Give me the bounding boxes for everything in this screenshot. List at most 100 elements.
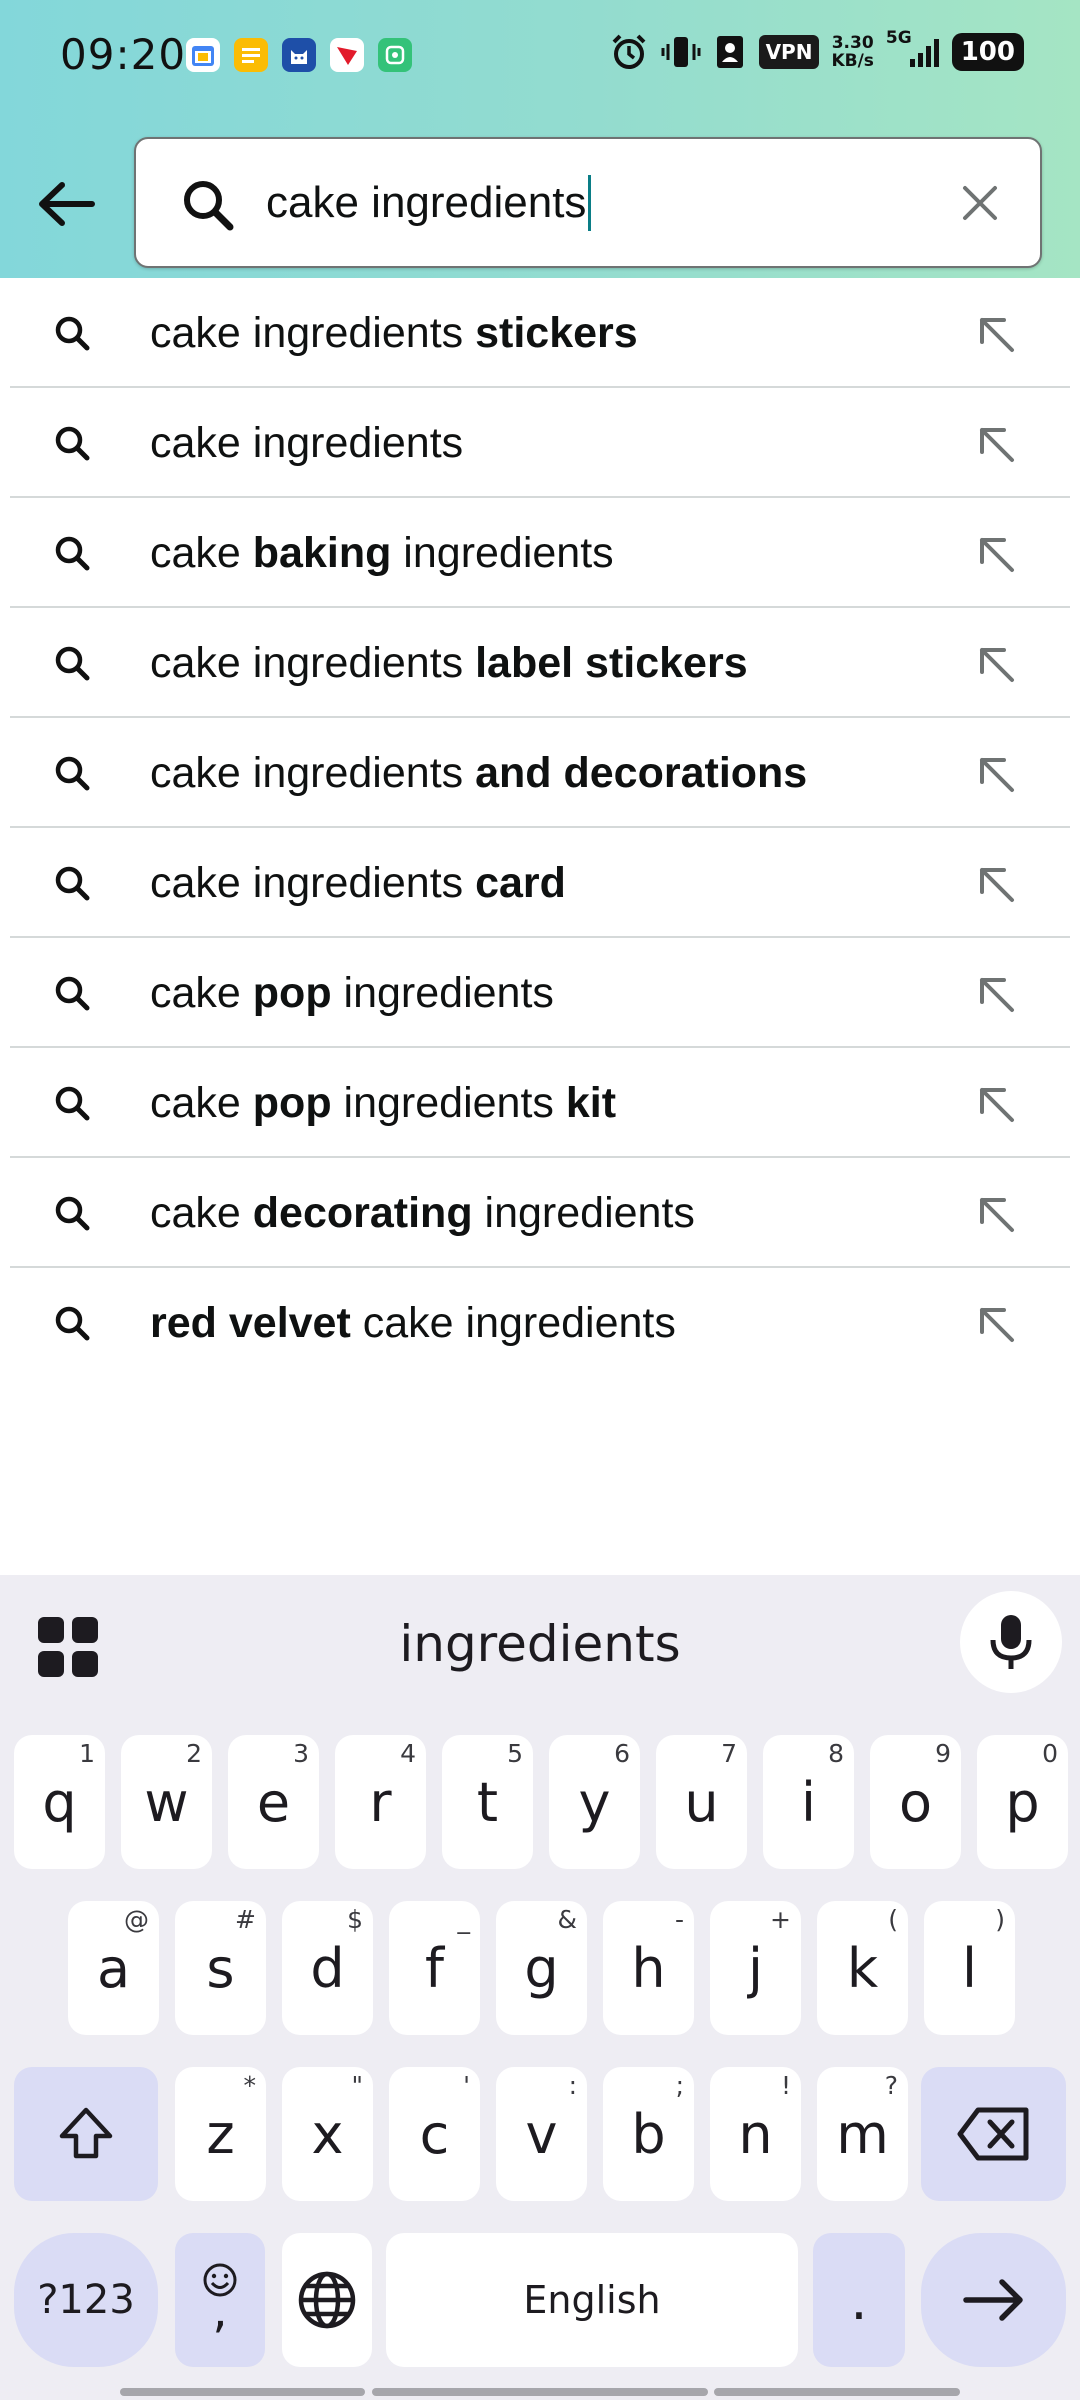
arrow-up-left-icon[interactable]	[970, 418, 1022, 470]
suggestion-text-bold: kit	[565, 1078, 617, 1127]
suggestion-text-part: cake	[150, 1188, 253, 1237]
suggestion-item[interactable]: cake pop ingredients kit	[0, 1048, 1080, 1158]
key-hint: 5	[507, 1739, 523, 1768]
contact-icon	[716, 36, 743, 68]
arrow-up-left-icon[interactable]	[970, 1188, 1022, 1240]
suggestion-item[interactable]: cake ingredients	[0, 388, 1080, 498]
language-key[interactable]	[282, 2233, 372, 2367]
key-label: w	[144, 1770, 189, 1834]
emoji-comma-key[interactable]: ,	[175, 2233, 265, 2367]
signal-icon	[909, 39, 939, 67]
key-s[interactable]: s #	[175, 1901, 266, 2035]
arrow-up-left-icon[interactable]	[970, 638, 1022, 690]
key-label: k	[846, 1936, 879, 2000]
key-k[interactable]: k(	[817, 1901, 908, 2035]
suggestion-item[interactable]: cake ingredients and decorations	[0, 718, 1080, 828]
key-hint: 4	[400, 1739, 416, 1768]
key-t[interactable]: t5	[442, 1735, 533, 1869]
key-hint: #	[235, 1905, 256, 1934]
suggestion-item[interactable]: cake decorating ingredients	[0, 1158, 1080, 1268]
key-w[interactable]: w2	[121, 1735, 212, 1869]
suggestion-text-part: cake ingredients	[350, 1298, 676, 1347]
status-bar: 09:20 VPN 3.30 KB/s 5G 100	[0, 0, 1080, 112]
arrow-up-left-icon[interactable]	[970, 1298, 1022, 1350]
key-v[interactable]: v:	[496, 2067, 587, 2201]
suggestion-text-part: cake ingredients	[150, 418, 464, 467]
suggestion-item[interactable]: cake ingredients label stickers	[0, 608, 1080, 718]
search-input[interactable]: cake ingredients	[134, 137, 1042, 268]
key-hint: 9	[935, 1739, 951, 1768]
keyboard-word-suggestion[interactable]: ingredients	[0, 1615, 1080, 1673]
symbols-key[interactable]: ?123	[14, 2233, 158, 2367]
globe-icon	[297, 2270, 357, 2330]
voice-input-button[interactable]	[960, 1591, 1062, 1693]
suggestion-item[interactable]: cake ingredients stickers	[0, 278, 1080, 388]
suggestion-text-part: ingredients	[331, 1078, 566, 1127]
space-key[interactable]: English	[386, 2233, 798, 2367]
clear-search-button[interactable]	[950, 173, 1010, 233]
suggestion-item[interactable]: cake baking ingredients	[0, 498, 1080, 608]
suggestion-text: cake pop ingredients	[150, 969, 554, 1018]
key-q[interactable]: q1	[14, 1735, 105, 1869]
key-hint: '	[463, 2071, 470, 2100]
suggestion-text-bold: label stickers	[475, 638, 748, 687]
key-h[interactable]: h-	[603, 1901, 694, 2035]
back-button[interactable]	[30, 168, 102, 240]
suggestion-text-part: cake ingredients	[150, 858, 476, 907]
suggestion-item[interactable]: cake pop ingredients	[0, 938, 1080, 1048]
suggestion-text-bold: card	[475, 858, 566, 907]
key-g[interactable]: g &	[496, 1901, 587, 2035]
key-a[interactable]: a @	[68, 1901, 159, 2035]
key-l[interactable]: l)	[924, 1901, 1015, 2035]
key-o[interactable]: o9	[870, 1735, 961, 1869]
search-query-container: cake ingredients	[266, 175, 592, 231]
search-query: cake ingredients	[266, 178, 587, 227]
key-p[interactable]: p0	[977, 1735, 1068, 1869]
suggestion-item[interactable]: cake ingredients card	[0, 828, 1080, 938]
key-label: .	[850, 2268, 868, 2332]
key-d[interactable]: d $	[282, 1901, 373, 2035]
key-y[interactable]: y6	[549, 1735, 640, 1869]
speed-unit: KB/s	[831, 51, 874, 71]
key-hint: 0	[1042, 1739, 1058, 1768]
backspace-key[interactable]	[921, 2067, 1066, 2201]
suggestion-text: cake ingredients	[150, 419, 463, 468]
key-label: e	[256, 1770, 291, 1834]
key-c[interactable]: c '	[389, 2067, 480, 2201]
key-label: g	[524, 1936, 559, 2000]
arrow-up-left-icon[interactable]	[970, 968, 1022, 1020]
arrow-up-left-icon[interactable]	[970, 858, 1022, 910]
key-i[interactable]: i8	[763, 1735, 854, 1869]
key-j[interactable]: j +	[710, 1901, 801, 2035]
suggestion-text-bold: decorating	[252, 1188, 473, 1237]
key-x[interactable]: x "	[282, 2067, 373, 2201]
key-r[interactable]: r4	[335, 1735, 426, 1869]
arrow-up-left-icon[interactable]	[970, 748, 1022, 800]
key-m[interactable]: m?	[817, 2067, 908, 2201]
wallet-app-icon	[378, 38, 412, 72]
key-label: t	[476, 1770, 499, 1834]
key-hint: ?	[884, 2071, 898, 2100]
suggestion-text-bold: and decorations	[475, 748, 808, 797]
arrow-up-left-icon[interactable]	[970, 308, 1022, 360]
enter-key[interactable]	[921, 2233, 1066, 2367]
key-hint: _	[457, 1905, 471, 1934]
key-u[interactable]: u7	[656, 1735, 747, 1869]
arrow-up-left-icon[interactable]	[970, 1078, 1022, 1130]
arrow-up-left-icon[interactable]	[970, 528, 1022, 580]
suggestion-item[interactable]: red velvet cake ingredients	[0, 1268, 1080, 1378]
key-f[interactable]: f _	[389, 1901, 480, 2035]
key-n[interactable]: n!	[710, 2067, 801, 2201]
key-e[interactable]: e3	[228, 1735, 319, 1869]
key-hint: )	[995, 1905, 1005, 1934]
suggestion-text-part: ingredients	[472, 1188, 695, 1237]
key-hint: $	[347, 1905, 363, 1934]
nav-segment	[120, 2388, 365, 2396]
shift-key[interactable]	[14, 2067, 158, 2201]
alarm-icon	[612, 34, 645, 69]
suggestion-text-bold: red velvet	[150, 1298, 351, 1347]
key-z[interactable]: z *	[175, 2067, 266, 2201]
key-b[interactable]: b;	[603, 2067, 694, 2201]
period-key[interactable]: .	[813, 2233, 905, 2367]
suggestion-text: cake ingredients label stickers	[150, 639, 748, 688]
